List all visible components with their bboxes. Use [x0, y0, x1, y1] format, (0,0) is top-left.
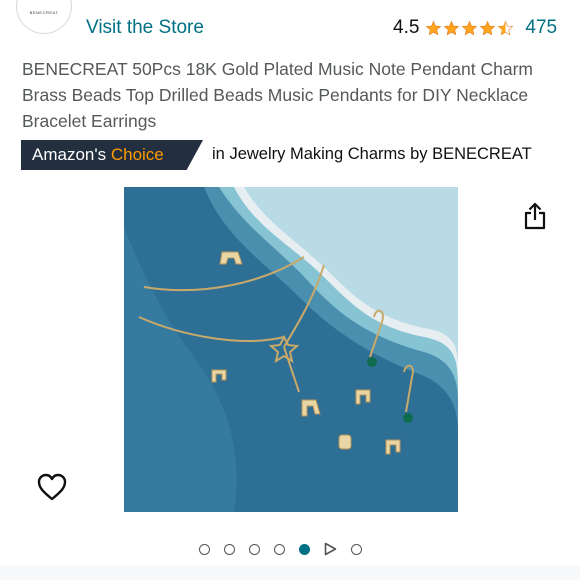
half-star-icon: [498, 20, 514, 35]
carousel-dot-1[interactable]: [199, 543, 210, 555]
store-logo[interactable]: BENECREAT: [16, 0, 72, 34]
carousel-dot-4[interactable]: [274, 543, 285, 555]
badge-category-link[interactable]: Jewelry Making Charms: [229, 145, 405, 163]
product-photo-illustration: [124, 187, 458, 512]
visit-store-link[interactable]: Visit the Store: [86, 17, 204, 39]
rating-count-link[interactable]: 475: [525, 17, 557, 39]
badge-context-prefix: in: [212, 145, 225, 163]
product-title: BENECREAT 50Pcs 18K Gold Plated Music No…: [22, 59, 533, 131]
bottom-divider: [0, 566, 580, 580]
badge-context-suffix: by BENECREAT: [410, 145, 532, 163]
badge-context: in Jewelry Making Charms by BENECREAT: [212, 145, 532, 164]
badge-label-main: Amazon's: [32, 145, 107, 164]
star-rating: [425, 20, 515, 37]
amazons-choice-badge: Amazon's Choice: [21, 140, 203, 170]
rating-value: 4.5: [393, 17, 420, 38]
video-play-icon[interactable]: [324, 542, 337, 556]
carousel-dot-2[interactable]: [224, 543, 235, 555]
rating-summary[interactable]: 4.5 475: [393, 17, 557, 39]
carousel-dot-5[interactable]: [299, 543, 310, 555]
carousel-dot-3[interactable]: [249, 543, 260, 555]
star-icon: [462, 20, 478, 35]
star-icon: [426, 20, 442, 35]
product-image[interactable]: [124, 187, 458, 512]
star-icon: [480, 20, 496, 35]
star-icon: [444, 20, 460, 35]
store-logo-text: BENECREAT: [29, 10, 59, 15]
carousel-dot-7[interactable]: [351, 543, 362, 555]
share-icon[interactable]: [523, 202, 547, 230]
heart-icon[interactable]: [37, 473, 67, 501]
badge-label-accent: Choice: [110, 145, 164, 164]
image-carousel-dots: [199, 542, 376, 556]
